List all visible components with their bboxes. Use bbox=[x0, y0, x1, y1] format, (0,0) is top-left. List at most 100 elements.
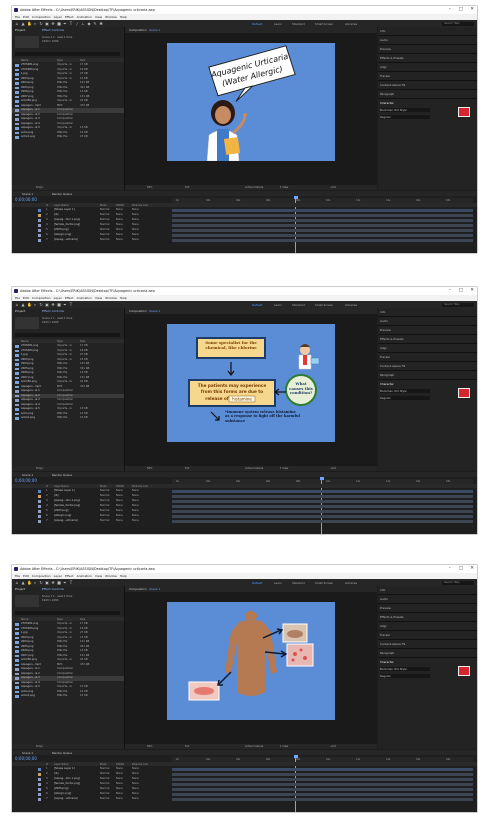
minimize-button[interactable]: – bbox=[449, 7, 451, 12]
selection-tool-icon[interactable]: ▲ bbox=[21, 21, 25, 26]
camera-tool-icon[interactable]: ▣ bbox=[45, 580, 49, 585]
project-tab[interactable]: Project bbox=[15, 28, 25, 32]
close-button[interactable]: ✕ bbox=[470, 288, 474, 293]
panel-audio[interactable]: Audio bbox=[380, 597, 388, 601]
tab-composition[interactable]: Composition bbox=[129, 28, 146, 32]
panel-character[interactable]: Character bbox=[380, 660, 394, 664]
panel-content-aware-fill[interactable]: Content-Aware Fill bbox=[380, 364, 405, 368]
hand-tool-icon[interactable]: ✋ bbox=[27, 302, 32, 307]
menu-window[interactable]: Window bbox=[105, 296, 117, 300]
menu-layer[interactable]: Layer bbox=[54, 574, 62, 578]
zoom-select[interactable]: 50% bbox=[147, 467, 153, 470]
puppet-tool-icon[interactable]: ✱ bbox=[99, 21, 103, 26]
home-icon[interactable]: ⌂ bbox=[15, 302, 19, 307]
label-color[interactable] bbox=[38, 495, 41, 498]
label-color[interactable] bbox=[38, 224, 41, 227]
font-family-select[interactable]: Bookman Old Style bbox=[380, 389, 430, 393]
current-timecode[interactable]: 0;00;00;00 bbox=[15, 197, 37, 202]
layer-row[interactable]: 5 [2005.png] Normal None None bbox=[12, 787, 477, 792]
workspace-learn[interactable]: Learn bbox=[274, 303, 282, 307]
layer-row[interactable]: 4 [female_doctor.png] Normal None None bbox=[12, 504, 477, 509]
resolution-select[interactable]: Full bbox=[185, 745, 189, 748]
rotate-tool-icon[interactable]: ↻ bbox=[39, 302, 43, 307]
menu-edit[interactable]: Edit bbox=[23, 15, 29, 19]
hand-tool-icon[interactable]: ✋ bbox=[27, 580, 32, 585]
zoom-tool-icon[interactable]: ⌕ bbox=[33, 580, 37, 585]
menu-effect[interactable]: Effect bbox=[65, 296, 74, 300]
resolution-select[interactable]: Full bbox=[185, 186, 189, 189]
shape-tool-icon[interactable]: ■ bbox=[57, 21, 61, 26]
view-select[interactable]: 1 View bbox=[280, 186, 288, 189]
menu-effect[interactable]: Effect bbox=[65, 15, 74, 19]
menu-composition[interactable]: Composition bbox=[32, 15, 51, 19]
workspace-small-screen[interactable]: Small Screen bbox=[315, 22, 333, 26]
project-search-input[interactable] bbox=[15, 333, 120, 337]
panel-tracker[interactable]: Tracker bbox=[380, 633, 390, 637]
zoom-tool-icon[interactable]: ⌕ bbox=[33, 21, 37, 26]
menu-file[interactable]: File bbox=[15, 574, 20, 578]
workspace-libraries[interactable]: Libraries bbox=[345, 303, 357, 307]
layer-row[interactable]: 6 [allergic.png] Normal None None bbox=[12, 514, 477, 519]
view-select[interactable]: 1 View bbox=[280, 467, 288, 470]
menu-effect[interactable]: Effect bbox=[65, 574, 74, 578]
effect-controls-tab[interactable]: Effect Controls bbox=[42, 587, 64, 591]
panel-align[interactable]: Align bbox=[380, 346, 387, 350]
shape-tool-icon[interactable]: ■ bbox=[57, 580, 61, 585]
workspace-small-screen[interactable]: Small Screen bbox=[315, 581, 333, 585]
workspace-libraries[interactable]: Libraries bbox=[345, 581, 357, 585]
label-color[interactable] bbox=[38, 209, 41, 212]
font-style-select[interactable]: Regular bbox=[380, 396, 430, 400]
font-style-select[interactable]: Regular bbox=[380, 115, 430, 119]
panel-align[interactable]: Align bbox=[380, 65, 387, 69]
menu-animation[interactable]: Animation bbox=[77, 15, 92, 19]
layer-row[interactable]: 4 [female_doctor.png] Normal None None bbox=[12, 782, 477, 787]
menu-layer[interactable]: Layer bbox=[54, 296, 62, 300]
home-icon[interactable]: ⌂ bbox=[15, 21, 19, 26]
tab-timeline-scene[interactable]: Scene 1 bbox=[22, 751, 33, 755]
tab-render-queue[interactable]: Render Queue bbox=[52, 751, 72, 755]
selection-tool-icon[interactable]: ▲ bbox=[21, 580, 25, 585]
layer-row[interactable]: 3 [Aquag...tion 1.png] Normal None None bbox=[12, 777, 477, 782]
zoom-select[interactable]: 50% bbox=[147, 186, 153, 189]
workspace-standard[interactable]: Standard bbox=[292, 22, 305, 26]
layer-row[interactable]: 2 [ib] Normal None None bbox=[12, 213, 477, 218]
tab-timeline-scene[interactable]: Scene 1 bbox=[22, 473, 33, 477]
search-help-input[interactable]: Search Help bbox=[442, 580, 474, 585]
layer-row[interactable]: 7 [Aquag...urticaria] Normal None None bbox=[12, 519, 477, 524]
hand-tool-icon[interactable]: ✋ bbox=[27, 21, 32, 26]
pan-behind-tool-icon[interactable]: ✥ bbox=[51, 302, 55, 307]
panel-preview[interactable]: Preview bbox=[380, 606, 391, 610]
close-button[interactable]: ✕ bbox=[470, 566, 474, 571]
layer-row[interactable]: 5 [2005.png] Normal None None bbox=[12, 509, 477, 514]
close-button[interactable]: ✕ bbox=[470, 7, 474, 12]
selection-tool-icon[interactable]: ▲ bbox=[21, 302, 25, 307]
panel-character[interactable]: Character bbox=[380, 382, 394, 386]
menu-file[interactable]: File bbox=[15, 296, 20, 300]
panel-content-aware-fill[interactable]: Content-Aware Fill bbox=[380, 642, 405, 646]
eraser-tool-icon[interactable]: ◆ bbox=[87, 21, 91, 26]
roto-tool-icon[interactable]: ✎ bbox=[93, 21, 97, 26]
workspace-small-screen[interactable]: Small Screen bbox=[315, 303, 333, 307]
project-search-input[interactable] bbox=[15, 52, 120, 56]
fill-color-swatch[interactable] bbox=[458, 388, 470, 398]
layer-row[interactable]: 4 [female_doctor.png] Normal None None bbox=[12, 223, 477, 228]
panel-preview[interactable]: Preview bbox=[380, 47, 391, 51]
layer-row[interactable]: 7 [Aquag...urticaria] Normal None None bbox=[12, 797, 477, 802]
label-color[interactable] bbox=[38, 219, 41, 222]
panel-audio[interactable]: Audio bbox=[380, 319, 388, 323]
fill-color-swatch[interactable] bbox=[458, 107, 470, 117]
list-item[interactable]: arms2.png PNG file 15 KB bbox=[12, 416, 124, 421]
label-color[interactable] bbox=[38, 500, 41, 503]
panel-paragraph[interactable]: Paragraph bbox=[380, 651, 394, 655]
maximize-button[interactable]: □ bbox=[459, 288, 463, 293]
label-color[interactable] bbox=[38, 510, 41, 513]
camera-tool-icon[interactable]: ▣ bbox=[45, 302, 49, 307]
workspace-standard[interactable]: Standard bbox=[292, 303, 305, 307]
minimize-button[interactable]: – bbox=[449, 288, 451, 293]
font-style-select[interactable]: Regular bbox=[380, 674, 430, 678]
menu-help[interactable]: Help bbox=[120, 574, 127, 578]
label-color[interactable] bbox=[38, 505, 41, 508]
brush-tool-icon[interactable]: ∕ bbox=[75, 21, 79, 26]
current-timecode[interactable]: 0;00;00;00 bbox=[15, 756, 37, 761]
layer-row[interactable]: 3 [Aquag...tion 1.png] Normal None None bbox=[12, 499, 477, 504]
